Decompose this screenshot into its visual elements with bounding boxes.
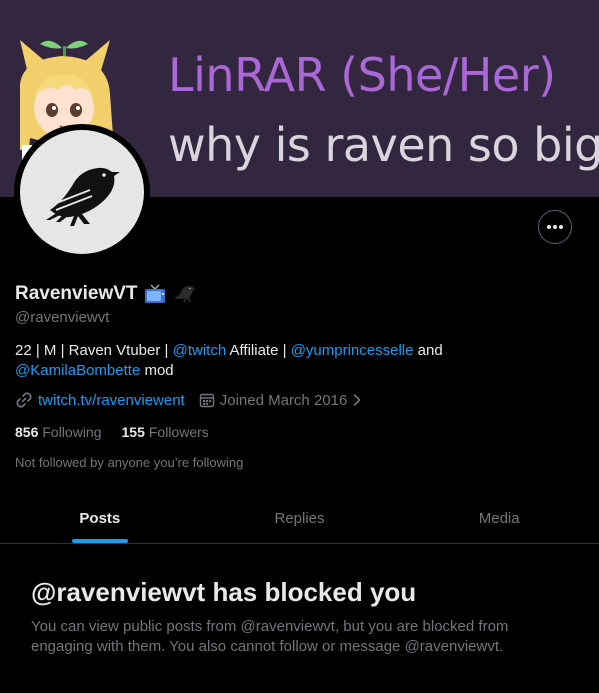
mention-twitch-link[interactable]: @twitch (173, 342, 227, 359)
calendar-icon (199, 393, 214, 408)
bio-text: mod (140, 362, 174, 379)
raven-logo-icon (46, 167, 120, 226)
tv-icon (144, 284, 165, 303)
follow-stats: 856 Following 155 Followers (15, 424, 229, 440)
display-name: RavenviewVT (15, 283, 138, 304)
bio-text: 22 | M | Raven Vtuber | (15, 342, 173, 359)
banner-title: LinRAR (She/Her) (168, 48, 556, 102)
banner-subtitle: why is raven so big (168, 118, 599, 172)
blocked-title: @ravenviewvt has blocked you (31, 577, 417, 607)
tab-label: Posts (79, 510, 121, 527)
following-count: 856 (15, 424, 39, 440)
link-icon (16, 392, 32, 408)
tab-label: Media (478, 510, 520, 527)
not-followed-notice: Not followed by anyone you’re following (15, 455, 244, 470)
profile-bio: 22 | M | Raven Vtuber | @twitch Affiliat… (15, 341, 585, 381)
bio-text: Affiliate | (226, 342, 291, 359)
tab-media[interactable]: Media (399, 494, 599, 543)
website-link[interactable]: twitch.tv/ravenviewent (38, 392, 185, 409)
chevron-right-icon (353, 393, 361, 407)
followers-link[interactable]: 155 Followers (122, 424, 209, 440)
mention-yumprincesselle-link[interactable]: @yumprincesselle (291, 342, 414, 359)
tab-posts[interactable]: Posts (0, 494, 200, 543)
profile-meta: twitch.tv/ravenviewent Joined March 2016 (15, 391, 376, 409)
profile-handle: @ravenviewvt (15, 309, 110, 326)
more-dots-icon (547, 225, 563, 229)
more-options-button[interactable] (538, 210, 572, 244)
tab-label: Replies (274, 510, 325, 527)
profile-tabs: Posts Replies Media (0, 494, 599, 544)
mention-kamilabombette-link[interactable]: @KamilaBombette (15, 362, 140, 379)
followers-label: Followers (148, 424, 209, 440)
blocked-message: You can view public posts from @ravenvie… (31, 618, 509, 655)
tab-replies[interactable]: Replies (200, 494, 400, 543)
joined-date: Joined March 2016 (219, 391, 348, 409)
avatar[interactable] (14, 124, 150, 260)
bio-text: and (413, 342, 443, 359)
followers-count: 155 (121, 424, 145, 440)
profile-name-row: RavenviewVT (15, 283, 196, 305)
active-tab-indicator (71, 539, 128, 543)
bird-icon (173, 286, 196, 302)
following-link[interactable]: 856 Following (15, 424, 102, 440)
following-label: Following (42, 424, 102, 440)
joined-item[interactable]: Joined March 2016 (199, 392, 363, 409)
website-item[interactable]: twitch.tv/ravenviewent (15, 391, 185, 409)
